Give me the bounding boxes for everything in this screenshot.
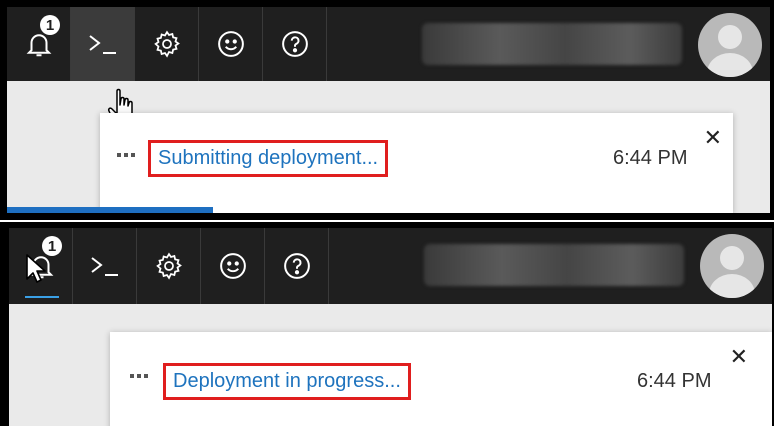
screenshot-panel-bottom: 1 Deployment in progress... 6:44 PM ✕ <box>0 222 774 426</box>
notification-toast: Submitting deployment... 6:44 PM ✕ <box>100 113 733 213</box>
settings-button[interactable] <box>137 228 201 304</box>
screenshot-panel-top: 1 Submitting deployment... 6:44 PM ✕ <box>0 0 774 220</box>
notification-time: 6:44 PM <box>637 370 712 392</box>
cloud-shell-button[interactable] <box>73 228 137 304</box>
arrow-cursor-icon <box>26 254 46 283</box>
cloud-shell-button[interactable] <box>71 7 135 81</box>
settings-button[interactable] <box>135 7 199 81</box>
terminal-icon <box>88 35 116 54</box>
close-icon[interactable]: ✕ <box>730 346 748 368</box>
selected-indicator <box>25 296 59 298</box>
help-button[interactable] <box>263 7 327 81</box>
close-icon[interactable]: ✕ <box>704 127 722 149</box>
notification-count-badge: 1 <box>40 15 60 35</box>
account-name-blurred[interactable] <box>422 23 682 65</box>
question-icon <box>283 253 310 279</box>
question-icon <box>281 31 308 57</box>
portal-area: 1 <box>9 228 772 426</box>
help-button[interactable] <box>265 228 329 304</box>
feedback-button[interactable] <box>199 7 263 81</box>
smiley-icon <box>219 253 246 279</box>
top-toolbar: 1 <box>9 228 772 304</box>
avatar[interactable] <box>700 234 764 298</box>
gear-icon <box>153 30 180 58</box>
avatar[interactable] <box>698 13 762 77</box>
progress-dots-icon <box>117 153 135 157</box>
gear-icon <box>155 252 182 280</box>
notification-time: 6:44 PM <box>613 147 688 169</box>
notification-message-link[interactable]: Deployment in progress... <box>163 363 411 400</box>
smiley-icon <box>217 31 244 57</box>
feedback-button[interactable] <box>201 228 265 304</box>
portal-area: 1 <box>7 7 770 213</box>
deployment-progress-bar <box>7 207 213 213</box>
notifications-button[interactable]: 1 <box>7 7 71 81</box>
progress-dots-icon <box>130 374 148 378</box>
notification-toast: Deployment in progress... 6:44 PM ✕ <box>110 332 772 426</box>
notification-message-link[interactable]: Submitting deployment... <box>147 140 389 177</box>
account-name-blurred[interactable] <box>424 244 684 286</box>
top-toolbar: 1 <box>7 7 770 81</box>
terminal-icon <box>90 257 118 276</box>
